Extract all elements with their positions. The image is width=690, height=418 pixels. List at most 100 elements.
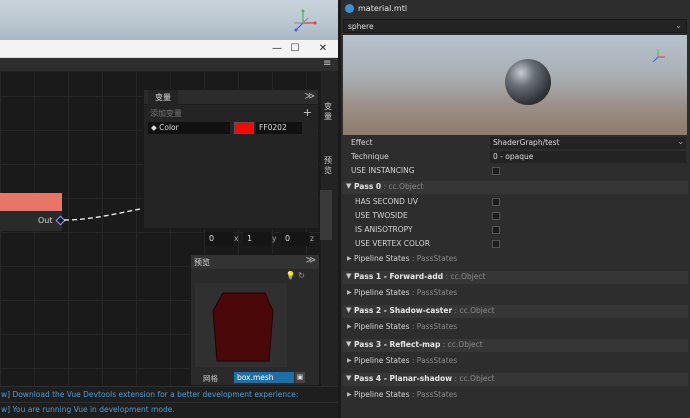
has-second-uv-row: HAS SECOND UV	[343, 196, 688, 209]
use-vertex-color-label: USE VERTEX COLOR	[355, 239, 430, 248]
graph-toolbar: ≡	[0, 58, 338, 72]
variable-row: ◆ Color FF0202	[144, 121, 318, 135]
add-variable-row: 添加变量 +	[144, 105, 318, 121]
menu-icon[interactable]: ≡	[323, 58, 331, 69]
console-line: w] Download the Vue Devtools extension f…	[1, 390, 299, 399]
node-header[interactable]	[0, 193, 62, 211]
window-titlebar: — ☐ ✕	[0, 40, 338, 58]
pass-name: Pass 3 - Reflect-map	[354, 340, 441, 349]
node-graph-canvas[interactable]: Out 变量 ≫ 添加变量 + ◆ Color FF0202 预览 ≫ 💡 ↻ …	[0, 72, 338, 388]
pipeline-name: Pipeline States	[354, 254, 410, 263]
console-line: w] You are running Vue in development mo…	[1, 405, 175, 414]
collapsed-triangle-icon: ▶	[347, 391, 352, 398]
material-preview[interactable]	[343, 35, 687, 135]
axis-gizmo-icon[interactable]	[288, 6, 318, 36]
shader-graph-area: — ☐ ✕ ≡ Out 变量 ≫ 添加变量 + ◆ Color FF0202 预…	[0, 0, 338, 418]
pass-3-header[interactable]: ▼ Pass 3 - Reflect-map : cc.Object	[343, 339, 688, 352]
preview-mesh-value: sphere	[348, 22, 374, 31]
y-field[interactable]: 1	[243, 232, 271, 246]
collapsed-triangle-icon: ▶	[347, 255, 352, 262]
technique-row: Technique 0 - opaque	[343, 151, 688, 164]
y-label: y	[272, 234, 277, 243]
side-tab-variables[interactable]: 变量	[324, 102, 336, 122]
mesh-picker-button[interactable]: ▣	[295, 372, 305, 383]
pipeline-name: Pipeline States	[354, 288, 410, 297]
color-swatch[interactable]	[234, 122, 254, 134]
preview-title: 预览	[194, 258, 210, 267]
pass-4-title: Pass 4 - Planar-shadow : cc.Object	[354, 374, 494, 383]
has-second-uv-checkbox[interactable]	[492, 198, 500, 206]
material-icon	[345, 4, 354, 13]
inspector-title: material.mtl	[358, 4, 408, 13]
pass-name: Pass 0	[354, 182, 382, 191]
preview-sphere	[505, 59, 551, 105]
technique-select[interactable]: 0 - opaque	[490, 151, 686, 163]
x-field[interactable]: 0	[205, 232, 233, 246]
collapsed-triangle-icon: ▶	[347, 289, 352, 296]
pipeline-states-label: Pipeline States : PassStates	[354, 356, 457, 365]
pass-name: Pass 4 - Planar-shadow	[354, 374, 453, 383]
pipeline-type: : PassStates	[409, 356, 458, 365]
pass-1-title: Pass 1 - Forward-add : cc.Object	[354, 272, 485, 281]
collapse-icon[interactable]: ≫	[306, 255, 316, 266]
pass-0-pipeline-states[interactable]: ▶ Pipeline States : PassStates	[343, 253, 688, 266]
pipeline-states-label: Pipeline States : PassStates	[354, 390, 457, 399]
pass-1-pipeline-states[interactable]: ▶ Pipeline States : PassStates	[343, 287, 688, 300]
preview-viewport[interactable]	[195, 283, 287, 367]
expanded-triangle-icon: ▼	[346, 340, 352, 348]
preview-mesh-select[interactable]: sphere ⌄	[343, 19, 687, 33]
add-variable-label: 添加变量	[150, 109, 182, 118]
is-anisotropy-checkbox[interactable]	[492, 226, 500, 234]
mesh-field[interactable]: box.mesh	[234, 372, 294, 383]
pass-4-header[interactable]: ▼ Pass 4 - Planar-shadow : cc.Object	[343, 373, 688, 386]
pass-2-title: Pass 2 - Shadow-caster : cc.Object	[354, 306, 495, 315]
side-tab-preview[interactable]: 预览	[324, 156, 336, 176]
expanded-triangle-icon: ▼	[346, 272, 352, 280]
pipeline-type: : PassStates	[409, 322, 458, 331]
collapsed-triangle-icon: ▶	[347, 323, 352, 330]
pipeline-type: : PassStates	[409, 390, 458, 399]
effect-row: Effect ShaderGraph/test ⌄	[343, 137, 688, 150]
technique-label: Technique	[351, 152, 389, 161]
x-label: x	[234, 234, 239, 243]
pipeline-type: : PassStates	[409, 288, 458, 297]
node-body[interactable]	[0, 211, 62, 231]
inspector-header: material.mtl	[341, 0, 690, 18]
use-twoside-checkbox[interactable]	[492, 212, 500, 220]
pipeline-type: : PassStates	[409, 254, 458, 263]
use-twoside-label: USE TWOSIDE	[355, 211, 408, 220]
use-twoside-row: USE TWOSIDE	[343, 210, 688, 223]
variables-tab[interactable]: 变量	[148, 90, 178, 105]
effect-label: Effect	[351, 138, 373, 147]
color-hex-field[interactable]: FF0202	[256, 122, 302, 134]
minimize-button[interactable]: —	[269, 42, 285, 55]
editor-root: — ☐ ✕ ≡ Out 变量 ≫ 添加变量 + ◆ Color FF0202 预…	[0, 0, 690, 418]
pass-2-pipeline-states[interactable]: ▶ Pipeline States : PassStates	[343, 321, 688, 334]
scrollbar[interactable]	[320, 190, 332, 240]
pass-4-pipeline-states[interactable]: ▶ Pipeline States : PassStates	[343, 389, 688, 402]
expanded-triangle-icon: ▼	[346, 306, 352, 314]
pass-3-pipeline-states[interactable]: ▶ Pipeline States : PassStates	[343, 355, 688, 368]
z-label: z	[310, 234, 314, 243]
add-variable-button[interactable]: +	[303, 106, 312, 119]
variables-header: 变量 ≫	[144, 90, 318, 105]
effect-select[interactable]: ShaderGraph/test	[490, 137, 686, 149]
pass-name: Pass 1 - Forward-add	[354, 272, 444, 281]
pass-0-title: Pass 0 : cc.Object	[354, 182, 423, 191]
preview-panel: 预览 ≫ 💡 ↻ 网格 box.mesh ▣	[190, 254, 320, 386]
pass-2-header[interactable]: ▼ Pass 2 - Shadow-caster : cc.Object	[343, 305, 688, 318]
z-field[interactable]: 0	[281, 232, 309, 246]
preview-light-icon[interactable]: 💡 ↻	[286, 271, 305, 280]
scene-viewport[interactable]	[0, 0, 338, 40]
collapse-icon[interactable]: ≫	[305, 91, 315, 102]
instancing-checkbox[interactable]	[492, 167, 500, 175]
use-vertex-color-checkbox[interactable]	[492, 240, 500, 248]
pipeline-states-label: Pipeline States : PassStates	[354, 322, 457, 331]
collapsed-triangle-icon: ▶	[347, 357, 352, 364]
pass-1-header[interactable]: ▼ Pass 1 - Forward-add : cc.Object	[343, 271, 688, 284]
axis-gizmo-icon[interactable]	[649, 47, 667, 65]
variable-name-field[interactable]: ◆ Color	[148, 122, 230, 134]
maximize-button[interactable]: ☐	[287, 42, 303, 55]
close-button[interactable]: ✕	[315, 42, 331, 55]
pass-0-header[interactable]: ▼ Pass 0 : cc.Object	[343, 181, 688, 194]
